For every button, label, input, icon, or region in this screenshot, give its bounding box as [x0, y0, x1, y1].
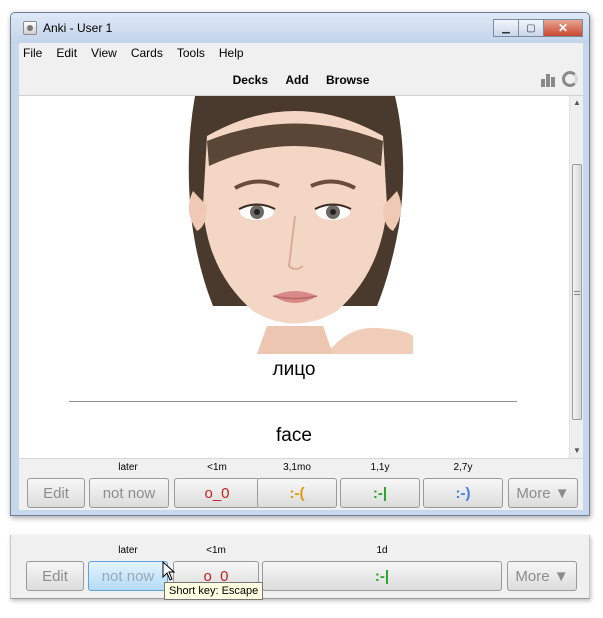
maximize-icon: ▢ — [526, 22, 536, 34]
close-icon: ✕ — [557, 21, 569, 35]
good-button[interactable]: :-| — [262, 561, 502, 591]
card-image-face — [177, 96, 413, 354]
edit-button[interactable]: Edit — [27, 478, 85, 508]
toolbar-decks-link[interactable]: Decks — [233, 73, 268, 87]
answer-bar-hover-example: Edit later not now <1m o_0 1d :-| More ▼ — [10, 535, 590, 599]
maximize-button[interactable]: ▢ — [518, 19, 544, 37]
scroll-down-icon[interactable]: ▼ — [570, 444, 584, 458]
bury-interval-label: later — [118, 545, 138, 556]
toolbar-add-link[interactable]: Add — [285, 73, 308, 87]
toolbar-links: Decks Add Browse — [19, 73, 583, 87]
scroll-up-icon[interactable]: ▲ — [570, 96, 584, 110]
more-button[interactable]: More ▼ — [507, 561, 577, 591]
card-front-text: лицо — [272, 359, 316, 380]
good-interval-label: 1,1y — [370, 462, 390, 473]
again-interval-label: <1m — [206, 545, 226, 556]
stats-icon[interactable] — [541, 72, 557, 87]
title-bar[interactable]: Anki - User 1 ▁ ▢ ✕ — [11, 13, 589, 43]
easy-button[interactable]: :-) — [423, 478, 503, 508]
mouse-cursor-icon — [162, 561, 176, 581]
again-button[interactable]: o_0 — [174, 478, 260, 508]
hard-button[interactable]: :-( — [257, 478, 337, 508]
scrollbar-grip-icon — [574, 291, 580, 295]
edit-button[interactable]: Edit — [26, 561, 84, 591]
not-now-button[interactable]: not now — [88, 561, 168, 591]
toolbar-browse-link[interactable]: Browse — [326, 73, 369, 87]
card-content: лицо face — [19, 96, 569, 458]
window-controls: ▁ ▢ ✕ — [493, 19, 583, 37]
anki-app-icon — [23, 21, 37, 35]
main-toolbar: Decks Add Browse — [19, 63, 583, 96]
window-title: Anki - User 1 — [43, 21, 113, 35]
tooltip: Short key: Escape — [164, 582, 264, 600]
menu-edit[interactable]: Edit — [56, 46, 77, 60]
vertical-scrollbar[interactable]: ▲ ▼ — [569, 96, 583, 458]
menu-view[interactable]: View — [91, 46, 117, 60]
menu-tools[interactable]: Tools — [177, 46, 205, 60]
hard-interval-label: 3,1mo — [283, 462, 311, 473]
minimize-icon: ▁ — [502, 22, 510, 34]
again-interval-label: <1m — [207, 462, 227, 473]
good-interval-label: 1d — [376, 545, 388, 556]
minimize-button[interactable]: ▁ — [493, 19, 519, 37]
menu-file[interactable]: File — [23, 46, 42, 60]
easy-interval-label: 2,7y — [453, 462, 473, 473]
close-button[interactable]: ✕ — [543, 19, 583, 37]
card-back-text: face — [276, 425, 312, 446]
menu-cards[interactable]: Cards — [131, 46, 163, 60]
bury-interval-label: later — [118, 462, 138, 473]
more-button[interactable]: More ▼ — [508, 478, 578, 508]
scrollbar-thumb[interactable] — [572, 164, 582, 420]
menu-help[interactable]: Help — [219, 46, 244, 60]
anki-window: Anki - User 1 ▁ ▢ ✕ File Edit View Cards… — [10, 12, 590, 516]
answer-divider — [69, 401, 517, 402]
not-now-button[interactable]: not now — [89, 478, 169, 508]
answer-bar: Edit later not now <1m o_0 3,1mo :-( 1,1… — [19, 458, 583, 510]
good-button[interactable]: :-| — [340, 478, 420, 508]
menu-bar: File Edit View Cards Tools Help — [19, 43, 583, 63]
sync-icon[interactable] — [562, 71, 578, 87]
